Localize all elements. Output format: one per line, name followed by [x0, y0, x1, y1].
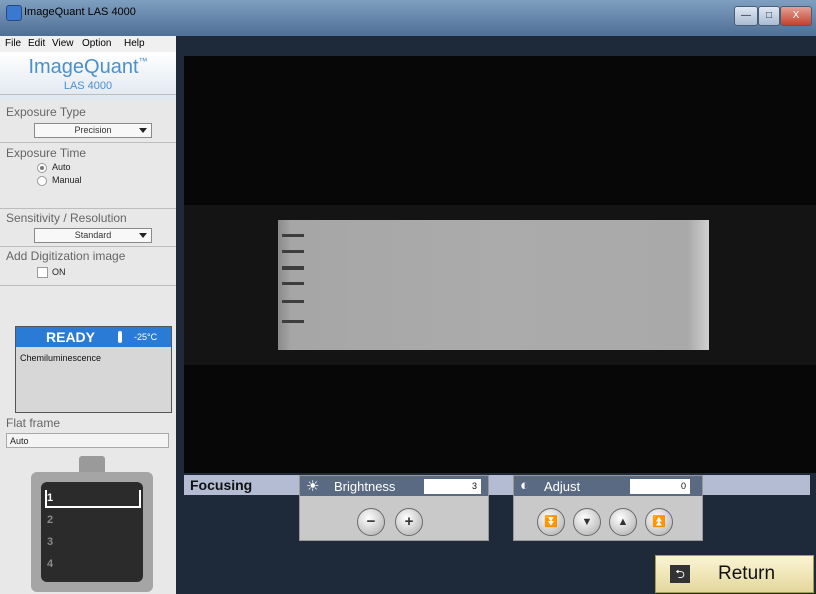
flat-frame-title: Flat frame	[6, 416, 61, 430]
tray-slots: 1 2 3 4	[41, 482, 143, 582]
close-button[interactable]: X	[780, 6, 812, 26]
membrane-preview	[278, 220, 709, 350]
control-bar: Focusing ☀ Brightness 3 − + ◐ Adjust 0 ⏬…	[184, 473, 816, 594]
status-box: READY -25°C Chemiluminescence	[15, 326, 172, 413]
sun-icon: ☀	[306, 478, 320, 495]
flat-frame-field[interactable]: Auto	[6, 433, 169, 448]
sensitivity-title: Sensitivity / Resolution	[6, 211, 127, 225]
title-bar: ImageQuant LAS 4000 — □ X	[0, 0, 816, 36]
radio-manual[interactable]	[37, 176, 47, 186]
focusing-bar: Focusing	[184, 475, 810, 495]
ladder-band	[282, 266, 304, 270]
focusing-label: Focusing	[190, 477, 253, 493]
image-viewer[interactable]	[184, 56, 816, 473]
product-logo: ImageQuant™ LAS 4000	[0, 52, 176, 100]
sensitivity-section: Sensitivity / Resolution Standard	[0, 208, 176, 247]
down-button[interactable]: ▼	[573, 508, 601, 536]
tray-selection-bracket	[45, 490, 141, 508]
logo-trademark: ™	[138, 56, 148, 66]
chevron-down-icon	[139, 233, 147, 238]
ladder-band	[282, 300, 304, 303]
adjust-label: Adjust	[544, 479, 581, 494]
exposure-type-dropdown[interactable]: Precision	[34, 123, 152, 138]
maximize-button[interactable]: □	[758, 6, 780, 26]
contrast-icon: ◐	[520, 477, 530, 494]
logo-model: LAS 4000	[63, 80, 113, 92]
sensitivity-value: Standard	[74, 230, 112, 240]
tray-slot-2[interactable]: 2	[47, 514, 53, 526]
adjust-panel: ◐ Adjust 0 ⏬ ▼ ▲ ⏫	[513, 475, 703, 541]
digitization-section: Add Digitization image ON	[0, 246, 176, 286]
exposure-type-title: Exposure Type	[6, 105, 86, 119]
menu-edit[interactable]: Edit	[28, 38, 45, 49]
tray-slot-3[interactable]: 3	[47, 536, 53, 548]
exposure-type-value: Precision	[74, 125, 112, 135]
menu-help[interactable]: Help	[124, 38, 145, 49]
ladder-band	[282, 250, 304, 253]
chevron-down-icon	[139, 128, 147, 133]
brightness-decrease-button[interactable]: −	[357, 508, 385, 536]
temperature-readout: -25°C	[134, 332, 158, 342]
window-title: ImageQuant LAS 4000	[24, 6, 136, 18]
app-icon	[6, 5, 22, 21]
thermometer-icon	[118, 331, 122, 343]
ladder-band	[282, 234, 304, 237]
mode-text: Chemiluminescence	[20, 353, 102, 363]
tray-slot-1[interactable]: 1	[47, 492, 53, 504]
radio-auto-label: Auto	[52, 162, 71, 172]
return-label: Return	[718, 563, 776, 584]
tray-selector: 1 2 3 4	[31, 472, 153, 592]
digitization-checkbox[interactable]	[37, 267, 48, 278]
radio-manual-label: Manual	[52, 175, 82, 185]
return-button[interactable]: ⮌ Return	[655, 555, 814, 593]
double-down-button[interactable]: ⏬	[537, 508, 565, 536]
brightness-value[interactable]: 3	[424, 479, 481, 494]
settings-panel: ImageQuant™ LAS 4000 Exposure Type Preci…	[0, 52, 176, 594]
menu-view[interactable]: View	[52, 38, 74, 49]
menu-option[interactable]: Option	[82, 38, 111, 49]
double-up-button[interactable]: ⏫	[645, 508, 673, 536]
up-button[interactable]: ▲	[609, 508, 637, 536]
brightness-increase-button[interactable]: +	[395, 508, 423, 536]
sensitivity-dropdown[interactable]: Standard	[34, 228, 152, 243]
digitization-checkbox-label: ON	[52, 267, 66, 277]
status-header: READY -25°C	[16, 327, 171, 347]
brightness-label: Brightness	[334, 479, 396, 494]
status-badge: READY	[46, 329, 96, 345]
minimize-button[interactable]: —	[734, 6, 758, 26]
logo-brand: ImageQuant	[28, 56, 139, 78]
adjust-value[interactable]: 0	[630, 479, 690, 494]
exposure-time-title: Exposure Time	[6, 146, 87, 160]
menu-bar: File Edit View Option Help	[0, 36, 176, 52]
return-icon: ⮌	[670, 565, 690, 583]
brightness-panel: ☀ Brightness 3 − +	[299, 475, 489, 541]
radio-auto[interactable]	[37, 163, 47, 173]
menu-file[interactable]: File	[5, 38, 21, 49]
ladder-band	[282, 282, 304, 285]
digitization-title: Add Digitization image	[6, 249, 126, 263]
exposure-time-section: Exposure Time Auto Manual	[0, 142, 176, 209]
ladder-band	[282, 320, 304, 323]
exposure-type-section: Exposure Type Precision	[0, 94, 176, 143]
tray-slot-4[interactable]: 4	[47, 558, 53, 570]
